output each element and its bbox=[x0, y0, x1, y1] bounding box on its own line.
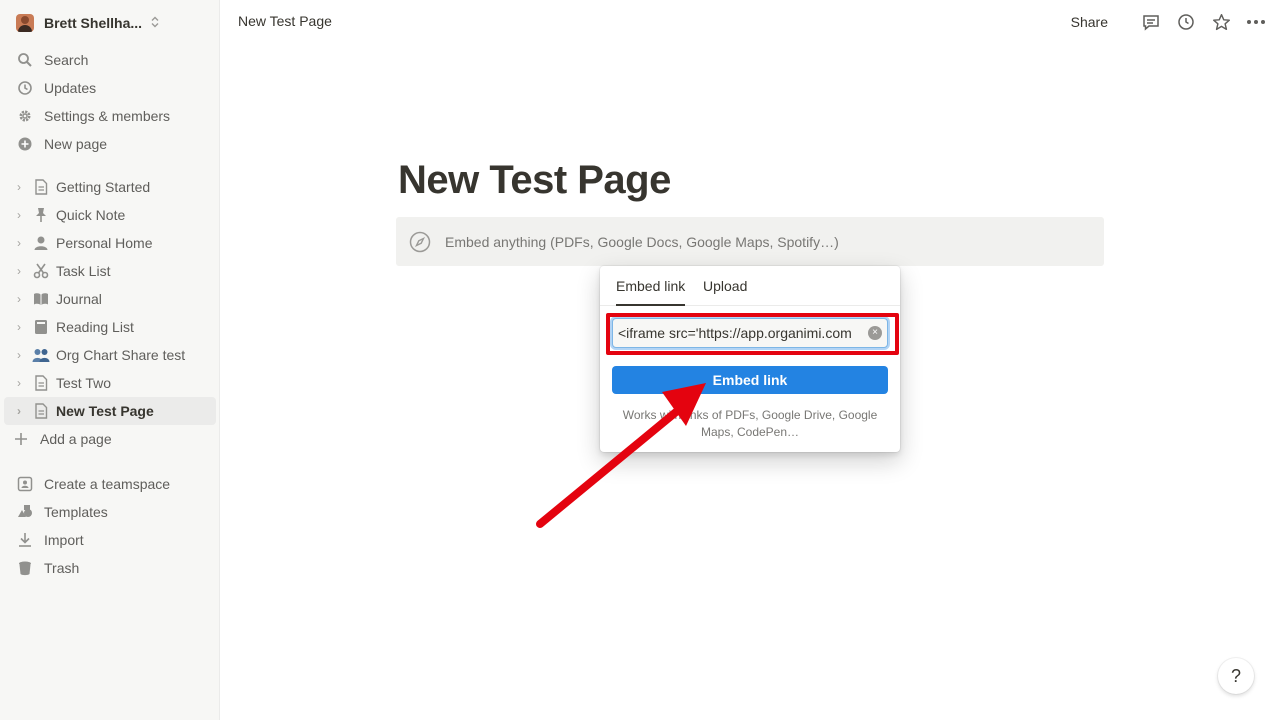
tab-embed-link[interactable]: Embed link bbox=[616, 278, 686, 306]
embed-popup: Embed link Upload × Embed link Works wit… bbox=[600, 266, 900, 452]
sidebar-item-trash[interactable]: Trash bbox=[4, 554, 216, 582]
workspace-switcher[interactable]: Brett Shellha... bbox=[10, 8, 210, 38]
search-icon bbox=[16, 51, 34, 69]
scissors-icon bbox=[32, 262, 50, 280]
clock-icon[interactable] bbox=[1176, 12, 1196, 32]
sidebar-item-updates[interactable]: Updates bbox=[4, 74, 216, 102]
sidebar: Brett Shellha... Search Updates Settings… bbox=[0, 0, 220, 720]
chevron-right-icon[interactable]: › bbox=[12, 208, 26, 222]
sidebar-item-label: Add a page bbox=[40, 431, 112, 447]
sidebar-item-label: Journal bbox=[56, 291, 102, 307]
sidebar-page-test-two[interactable]: › Test Two bbox=[4, 369, 216, 397]
sidebar-item-label: New page bbox=[44, 136, 108, 152]
pin-icon bbox=[32, 206, 50, 224]
sidebar-item-label: Personal Home bbox=[56, 235, 153, 251]
chevron-right-icon[interactable]: › bbox=[12, 348, 26, 362]
embed-tabs: Embed link Upload bbox=[600, 266, 900, 306]
chevron-right-icon[interactable]: › bbox=[12, 404, 26, 418]
sidebar-item-label: Updates bbox=[44, 80, 97, 96]
top-actions: Share bbox=[1071, 10, 1266, 34]
sidebar-page-journal[interactable]: › Journal bbox=[4, 285, 216, 313]
book-icon bbox=[32, 290, 50, 308]
sidebar-page-getting-started[interactable]: › Getting Started bbox=[4, 173, 216, 201]
avatar bbox=[16, 14, 34, 32]
embed-help-text: Works with links of PDFs, Google Drive, … bbox=[622, 408, 878, 439]
chevron-right-icon[interactable]: › bbox=[12, 320, 26, 334]
compass-icon bbox=[408, 230, 432, 254]
sidebar-page-org-chart-share-test[interactable]: › Org Chart Share test bbox=[4, 341, 216, 369]
trash-icon bbox=[16, 559, 34, 577]
page-icon bbox=[32, 178, 50, 196]
add-page-button[interactable]: Add a page bbox=[4, 425, 216, 453]
sidebar-item-settings[interactable]: Settings & members bbox=[4, 102, 216, 130]
embed-placeholder: Embed anything (PDFs, Google Docs, Googl… bbox=[445, 233, 839, 250]
comment-icon[interactable] bbox=[1141, 12, 1161, 32]
sidebar-page-reading-list[interactable]: › Reading List bbox=[4, 313, 216, 341]
sidebar-item-templates[interactable]: Templates bbox=[4, 498, 216, 526]
sidebar-item-label: New Test Page bbox=[56, 403, 154, 419]
plus-circle-icon bbox=[16, 135, 34, 153]
sidebar-item-create-teamspace[interactable]: Create a teamspace bbox=[4, 470, 216, 498]
share-button[interactable]: Share bbox=[1071, 14, 1108, 30]
shapes-icon bbox=[16, 503, 34, 521]
sidebar-page-task-list[interactable]: › Task List bbox=[4, 257, 216, 285]
chevron-right-icon[interactable]: › bbox=[12, 180, 26, 194]
plus-icon bbox=[12, 430, 30, 448]
bookshelf-icon bbox=[32, 318, 50, 336]
star-icon[interactable] bbox=[1211, 12, 1231, 32]
sidebar-item-label: Reading List bbox=[56, 319, 134, 335]
sidebar-item-label: Getting Started bbox=[56, 179, 151, 195]
sidebar-item-label: Templates bbox=[44, 504, 108, 520]
page-icon bbox=[32, 374, 50, 392]
page-title[interactable]: New Test Page bbox=[398, 158, 671, 203]
sidebar-item-label: Task List bbox=[56, 263, 111, 279]
help-button[interactable]: ? bbox=[1218, 658, 1254, 694]
sidebar-item-label: Org Chart Share test bbox=[56, 347, 186, 363]
sidebar-item-label: Import bbox=[44, 532, 84, 548]
download-icon bbox=[16, 531, 34, 549]
people-emoji-icon bbox=[32, 346, 50, 364]
chevron-right-icon[interactable]: › bbox=[12, 264, 26, 278]
more-icon[interactable] bbox=[1246, 12, 1266, 32]
sidebar-item-import[interactable]: Import bbox=[4, 526, 216, 554]
sidebar-item-label: Quick Note bbox=[56, 207, 126, 223]
sidebar-item-label: Create a teamspace bbox=[44, 476, 171, 492]
annotation-highlight-box bbox=[606, 313, 899, 355]
chevron-right-icon[interactable]: › bbox=[12, 376, 26, 390]
sidebar-item-label: Settings & members bbox=[44, 108, 171, 124]
page-icon bbox=[32, 402, 50, 420]
sidebar-page-personal-home[interactable]: › Personal Home bbox=[4, 229, 216, 257]
sidebar-item-label: Search bbox=[44, 52, 89, 68]
sidebar-item-label: Test Two bbox=[56, 375, 111, 391]
embed-block[interactable]: Embed anything (PDFs, Google Docs, Googl… bbox=[396, 217, 1104, 266]
sidebar-page-quick-note[interactable]: › Quick Note bbox=[4, 201, 216, 229]
tab-upload[interactable]: Upload bbox=[703, 278, 747, 294]
clock-icon bbox=[16, 79, 34, 97]
sidebar-item-search[interactable]: Search bbox=[4, 46, 216, 74]
chevron-right-icon[interactable]: › bbox=[12, 292, 26, 306]
sidebar-item-label: Trash bbox=[44, 560, 80, 576]
chevron-updown-icon bbox=[150, 16, 160, 31]
person-icon bbox=[32, 234, 50, 252]
sidebar-page-new-test-page[interactable]: › New Test Page bbox=[4, 397, 216, 425]
breadcrumb[interactable]: New Test Page bbox=[238, 13, 332, 29]
embed-link-button[interactable]: Embed link bbox=[612, 366, 888, 394]
chevron-right-icon[interactable]: › bbox=[12, 236, 26, 250]
gear-icon bbox=[16, 107, 34, 125]
sidebar-item-new-page[interactable]: New page bbox=[4, 130, 216, 158]
workspace-name: Brett Shellha... bbox=[44, 15, 143, 31]
teamspace-icon bbox=[16, 475, 34, 493]
